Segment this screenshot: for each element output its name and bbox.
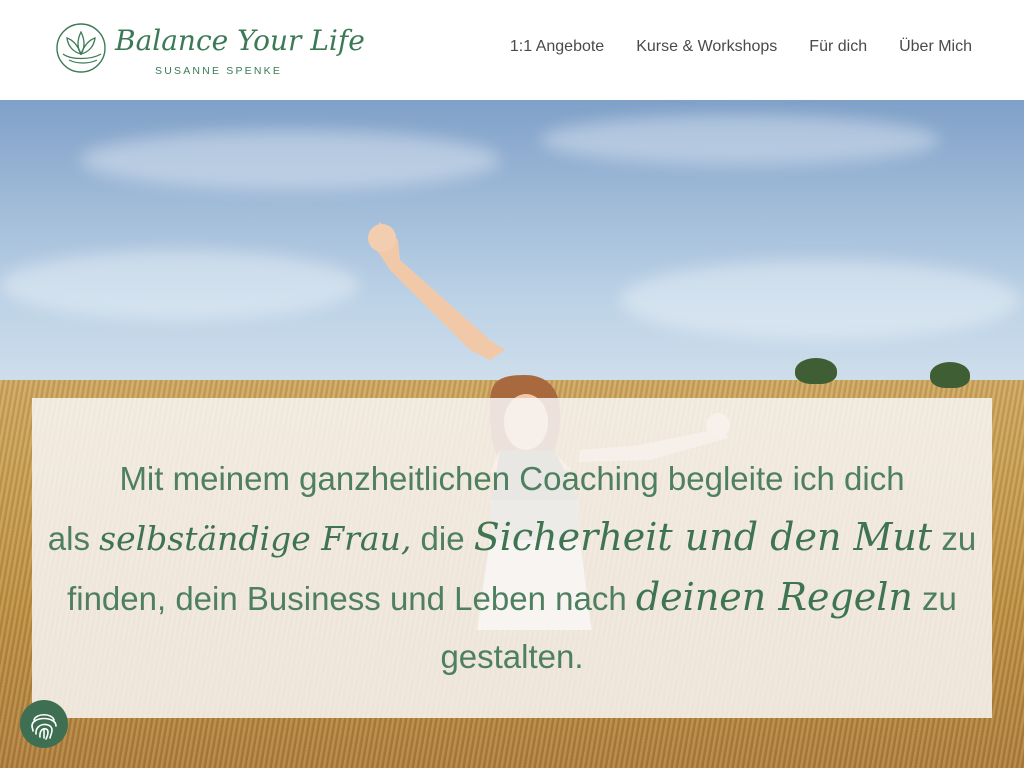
cloud [80,130,500,190]
hero-section: Mit meinem ganzheitlichen Coaching begle… [0,100,1024,768]
quote-emphasis: selbständige Frau, [99,519,412,558]
quote-text: finden, dein Business und Leben nach [67,580,636,617]
quote-line-3: finden, dein Business und Leben nach dei… [32,568,992,628]
quote-text: als [47,520,100,557]
quote-emphasis: deinen Regeln [635,575,913,619]
privacy-settings-button[interactable] [20,700,68,748]
nav-item-angebote[interactable]: 1:1 Angebote [510,38,604,56]
quote-line-4: gestalten. [440,638,584,675]
quote-emphasis: Sicherheit und den Mut [473,515,933,559]
cloud [540,115,940,165]
tree [930,362,970,388]
brand-title: Balance Your Life [115,24,365,57]
brand-subtitle: SUSANNE SPENKE [155,65,283,77]
quote-line-2: als selbständige Frau, die Sicherheit un… [32,508,992,568]
tree [795,358,837,384]
quote-text: zu [912,580,957,617]
cloud [0,250,360,320]
site-header: Balance Your Life SUSANNE SPENKE 1:1 Ang… [0,0,1024,100]
nav-item-fuer-dich[interactable]: Für dich [809,38,867,56]
lotus-icon [56,23,106,73]
intro-overlay: Mit meinem ganzheitlichen Coaching begle… [32,398,992,718]
fingerprint-icon [31,713,57,740]
nav-item-ueber-mich[interactable]: Über Mich [899,38,972,56]
quote-text: zu [932,520,977,557]
brand-logo[interactable]: Balance Your Life SUSANNE SPENKE [55,18,365,82]
quote-line-1: Mit meinem ganzheitlichen Coaching begle… [119,460,905,497]
quote-text: die [411,520,474,557]
nav-item-kurse-workshops[interactable]: Kurse & Workshops [636,38,777,56]
intro-quote: Mit meinem ganzheitlichen Coaching begle… [32,450,992,686]
main-nav: 1:1 Angebote Kurse & Workshops Für dich … [510,38,972,56]
